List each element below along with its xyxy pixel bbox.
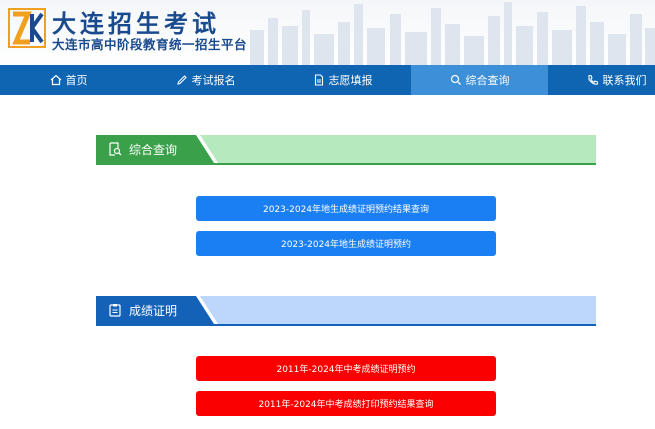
section-title: 综合查询 [129, 142, 178, 157]
section-header-fill [200, 135, 596, 163]
score-certificate-booking-result-button[interactable]: 2023-2024年地生成绩证明预约结果查询 [196, 196, 496, 221]
nav-item-label: 志愿填报 [328, 74, 373, 87]
nav-item-label: 首页 [65, 74, 88, 87]
phone-icon [587, 74, 599, 86]
logo-icon [8, 8, 46, 48]
pencil-icon [176, 74, 188, 86]
section-title: 成绩证明 [129, 303, 178, 318]
clipboard-icon [108, 303, 122, 317]
score-certificate-booking-button[interactable]: 2023-2024年地生成绩证明预约 [196, 231, 496, 256]
section-tab: 成绩证明 [96, 296, 214, 324]
document-icon [313, 74, 325, 86]
search-icon [450, 74, 462, 86]
nav-item-label: 联系我们 [602, 74, 647, 87]
nav-item-label: 考试报名 [191, 74, 236, 87]
nav-item-home[interactable]: 首页 [0, 65, 137, 95]
section-header-certificate: 成绩证明 [96, 296, 596, 326]
search-document-icon [108, 142, 122, 156]
nav-item-exam-registration[interactable]: 考试报名 [137, 65, 274, 95]
section-tab: 综合查询 [96, 135, 214, 163]
nav-item-application[interactable]: 志愿填报 [274, 65, 411, 95]
site-subtitle: 大连市高中阶段教育统一招生平台 [52, 37, 248, 52]
exam-score-certificate-booking-button[interactable]: 2011年-2024年中考成绩证明预约 [196, 356, 496, 381]
section-divider [96, 163, 596, 165]
section-divider [96, 324, 596, 326]
section-header-query: 综合查询 [96, 135, 596, 165]
home-icon [50, 74, 62, 86]
exam-score-print-booking-result-button[interactable]: 2011年-2024年中考成绩打印预约结果查询 [196, 391, 496, 416]
section-header-fill [200, 296, 596, 324]
main-nav: 首页 考试报名 志愿填报 综合查询 联系我们 [0, 65, 655, 95]
nav-item-query[interactable]: 综合查询 [411, 65, 548, 95]
nav-item-contact[interactable]: 联系我们 [548, 65, 655, 95]
nav-item-label: 综合查询 [465, 74, 510, 87]
site-header: 大连招生考试 大连市高中阶段教育统一招生平台 [0, 0, 655, 65]
